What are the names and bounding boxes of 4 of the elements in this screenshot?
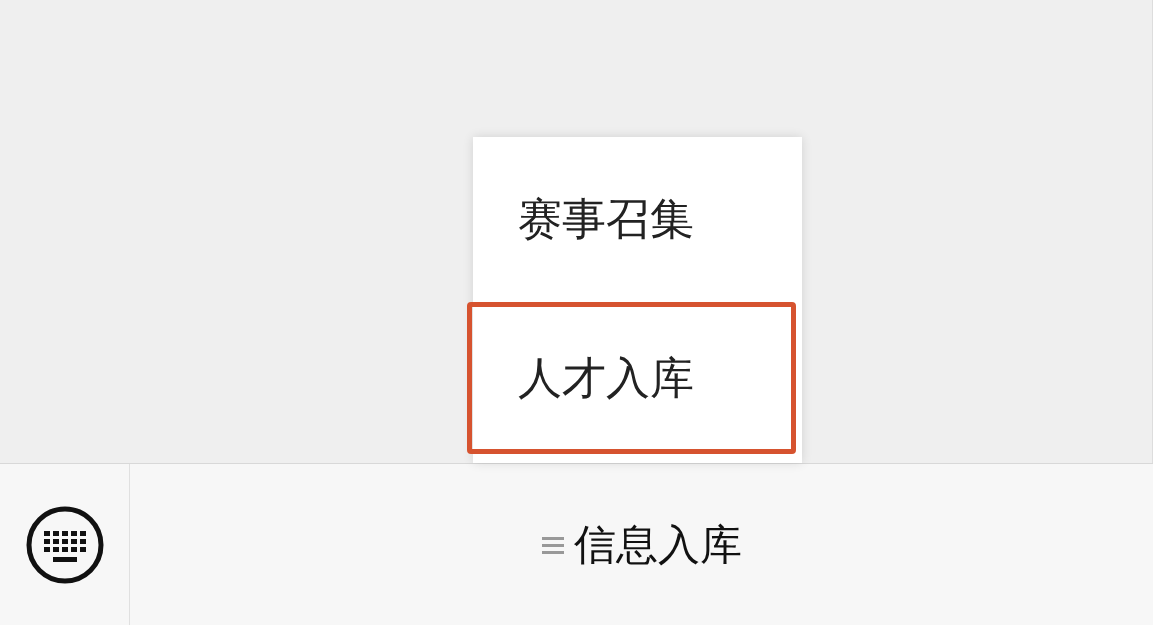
menu-item[interactable]: 人才入库 xyxy=(467,302,796,454)
keyboard-icon[interactable] xyxy=(24,504,105,585)
menu-item[interactable]: 赛事召集 xyxy=(467,137,796,302)
menu-icon xyxy=(541,534,564,555)
